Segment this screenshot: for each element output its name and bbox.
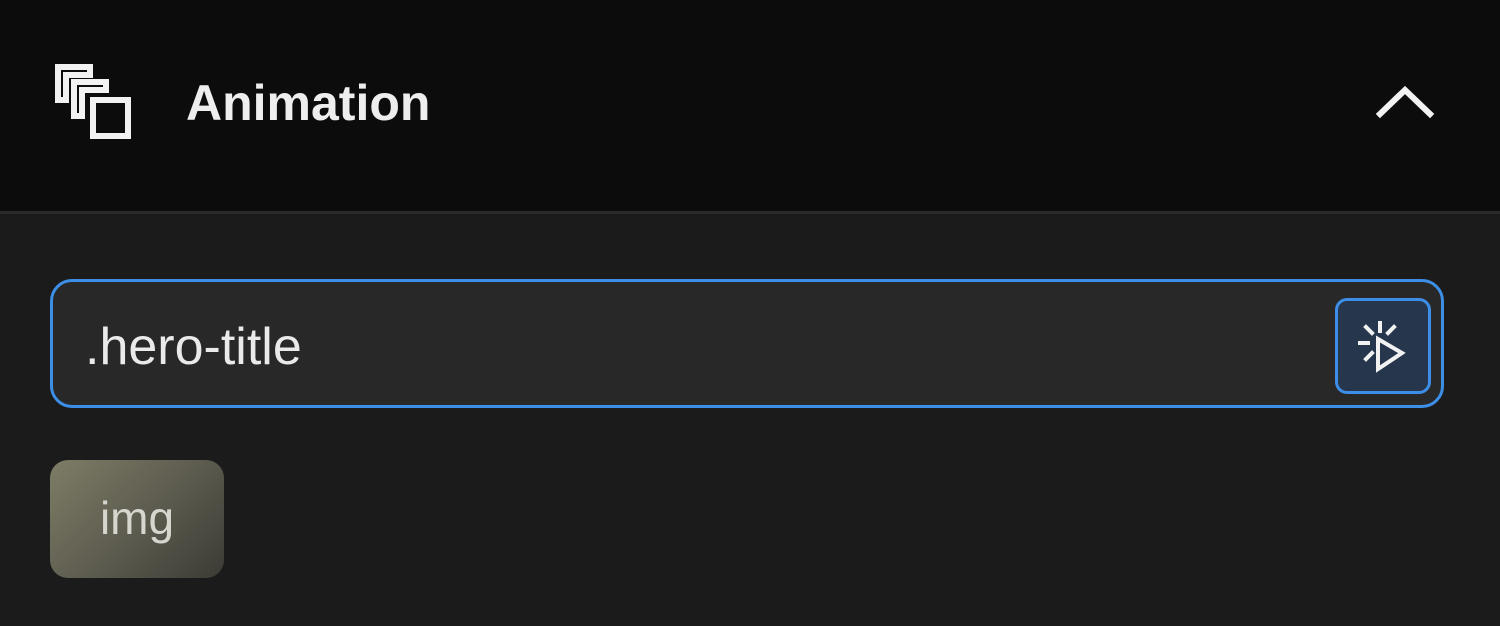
header-divider xyxy=(0,211,1500,214)
layers-icon xyxy=(54,64,136,144)
chevron-up-icon[interactable] xyxy=(1372,80,1438,126)
tag-chip[interactable]: img xyxy=(50,460,224,578)
animation-panel: Animation .hero-title img xyxy=(0,0,1500,626)
selector-value[interactable]: .hero-title xyxy=(85,316,302,378)
selector-input[interactable]: .hero-title xyxy=(50,279,1444,408)
panel-header[interactable]: Animation xyxy=(0,0,1500,211)
tag-label: img xyxy=(99,492,175,544)
panel-title: Animation xyxy=(186,75,431,131)
element-picker-button[interactable] xyxy=(1335,298,1431,394)
